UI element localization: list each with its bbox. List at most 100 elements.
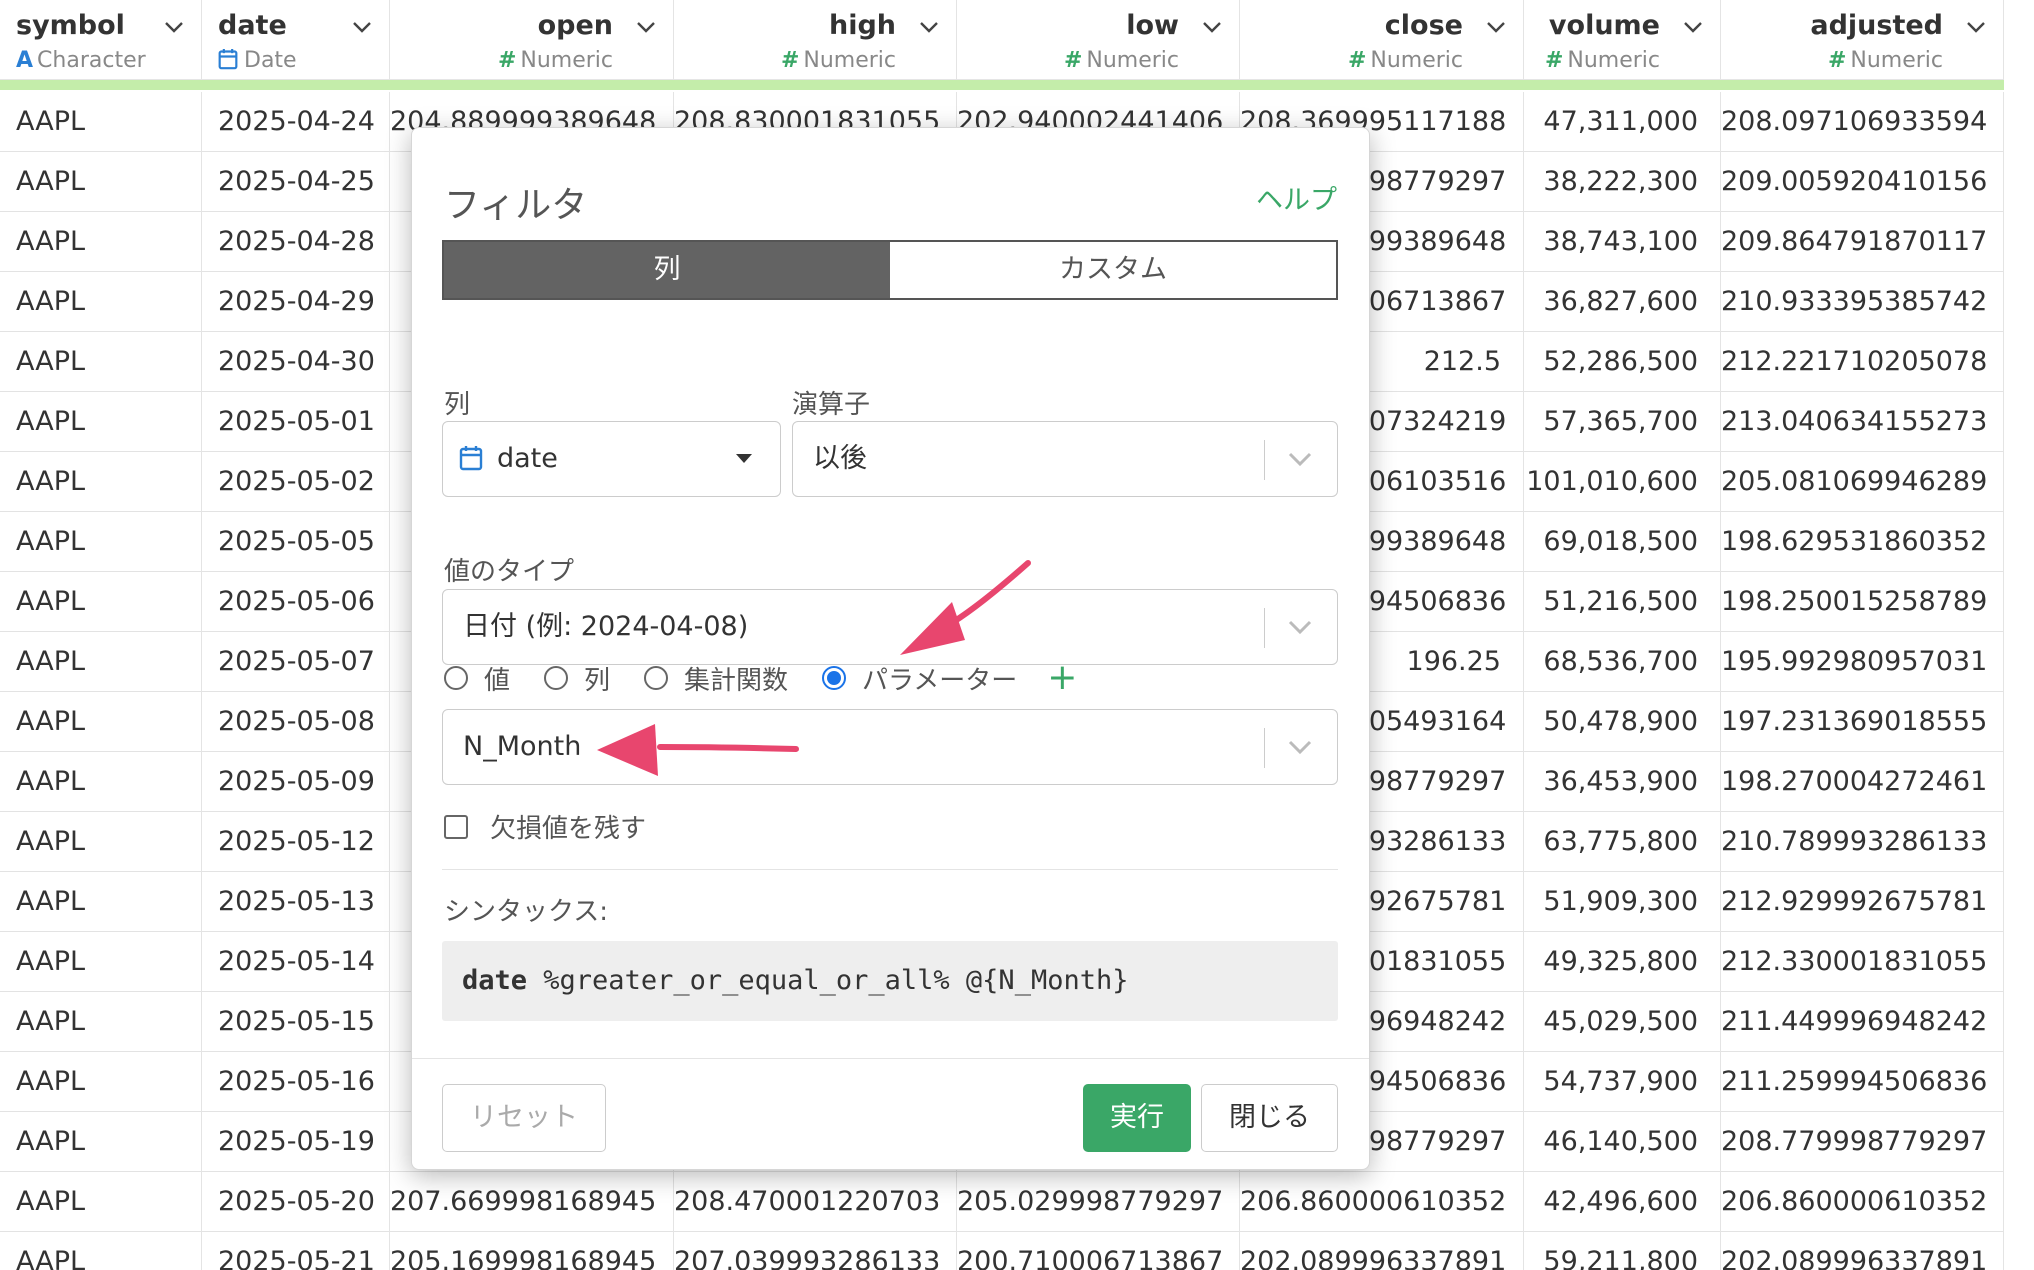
table-cell-volume: 38,222,300 (1524, 152, 1721, 212)
dialog-title: フィルタ (444, 185, 588, 226)
table-cell-volume: 57,365,700 (1524, 392, 1721, 452)
radio-value[interactable]: 値 (444, 660, 510, 697)
table-cell-volume: 51,909,300 (1524, 872, 1721, 932)
column-header-open[interactable]: open # Numeric (390, 0, 674, 80)
numeric-type-icon: # (1347, 48, 1367, 73)
table-cell-adjusted: 213.040634155273 (1721, 392, 2004, 452)
table-cell-volume: 101,010,600 (1524, 452, 1721, 512)
radio-button[interactable] (444, 666, 468, 690)
chevron-down-icon[interactable] (1965, 16, 1987, 38)
keep-na-checkbox[interactable] (444, 814, 468, 839)
table-cell-adjusted: 197.231369018555 (1721, 692, 2004, 752)
column-header-date[interactable]: date Date (202, 0, 390, 80)
table-cell-symbol: AAPL (0, 872, 202, 932)
chevron-down-icon[interactable] (918, 16, 940, 38)
table-cell-date: 2025-05-21 (202, 1232, 390, 1270)
chevron-down-icon[interactable] (1485, 16, 1507, 38)
calendar-icon (459, 446, 483, 471)
table-cell-low: 200.710006713867 (957, 1232, 1240, 1270)
table-cell-open: 205.169998168945 (390, 1232, 674, 1270)
table-cell-date: 2025-05-07 (202, 632, 390, 692)
table-cell-adjusted: 209.005920410156 (1721, 152, 2004, 212)
table-cell-symbol: AAPL (0, 212, 202, 272)
table-cell-volume: 45,029,500 (1524, 992, 1721, 1052)
select-separator (1264, 440, 1265, 480)
table-row: AAPL 2025-05-20 207.669998168945 208.470001… (0, 1172, 2004, 1232)
keep-na-checkbox-row[interactable]: 欠損値を残す (444, 808, 646, 845)
table-cell-date: 2025-04-24 (202, 92, 390, 152)
help-link[interactable]: ヘルプ (1256, 178, 1337, 217)
column-type: Date (218, 48, 297, 73)
add-parameter-icon[interactable]: + (1047, 660, 1077, 696)
column-name: low (1126, 10, 1179, 41)
column-name: date (218, 10, 287, 41)
value-type-label: 値のタイプ (444, 557, 575, 587)
chevron-down-icon[interactable] (1201, 16, 1223, 38)
radio-button[interactable] (544, 666, 569, 690)
filter-mode-tabs: 列 カスタム (442, 240, 1338, 300)
table-cell-symbol: AAPL (0, 332, 202, 392)
table-cell-high: 208.470001220703 (674, 1172, 957, 1232)
table-cell-date: 2025-05-09 (202, 752, 390, 812)
chevron-down-icon[interactable] (1682, 16, 1704, 38)
table-cell-symbol: AAPL (0, 152, 202, 212)
column-header-symbol[interactable]: symbol A Character (0, 0, 202, 80)
column-header-adjusted[interactable]: adjusted # Numeric (1721, 0, 2004, 80)
radio-button[interactable] (644, 666, 669, 690)
column-header-close[interactable]: close # Numeric (1240, 0, 1524, 80)
column-header-high[interactable]: high # Numeric (674, 0, 957, 80)
column-type: # Numeric (780, 48, 896, 73)
tab-column[interactable]: 列 (444, 242, 890, 298)
radio-button[interactable] (822, 666, 847, 690)
radio-aggregate[interactable]: 集計関数 (644, 660, 788, 697)
table-cell-adjusted: 210.789993286133 (1721, 812, 2004, 872)
calendar-icon (218, 49, 238, 70)
table-cell-high: 207.039993286133 (674, 1232, 957, 1270)
column-name: high (828, 10, 896, 41)
table-cell-adjusted: 212.221710205078 (1721, 332, 2004, 392)
syntax-label: シンタックス: (444, 897, 608, 927)
table-cell-adjusted: 209.864791870117 (1721, 212, 2004, 272)
table-cell-symbol: AAPL (0, 572, 202, 632)
table-cell-symbol: AAPL (0, 632, 202, 692)
radio-parameter[interactable]: パラメーター (822, 660, 1017, 697)
table-cell-adjusted: 211.259994506836 (1721, 1052, 2004, 1112)
column-select[interactable]: date (442, 421, 781, 497)
numeric-type-icon: # (1063, 48, 1083, 73)
table-cell-volume: 42,496,600 (1524, 1172, 1721, 1232)
table-cell-date: 2025-05-16 (202, 1052, 390, 1112)
table-cell-adjusted: 198.250015258789 (1721, 572, 2004, 632)
table-cell-close: 206.860000610352 (1240, 1172, 1524, 1232)
table-cell-adjusted: 211.449996948242 (1721, 992, 2004, 1052)
parameter-select[interactable]: N_Month (442, 709, 1338, 785)
table-cell-symbol: AAPL (0, 992, 202, 1052)
tab-custom[interactable]: カスタム (890, 242, 1336, 298)
table-cell-volume: 38,743,100 (1524, 212, 1721, 272)
operator-select-value: 以後 (813, 443, 867, 474)
chevron-down-icon[interactable] (163, 16, 185, 38)
column-header-volume[interactable]: volume # Numeric (1524, 0, 1721, 80)
column-name: open (537, 10, 613, 41)
table-cell-volume: 54,737,900 (1524, 1052, 1721, 1112)
column-header-low[interactable]: low # Numeric (957, 0, 1240, 80)
table-cell-date: 2025-05-08 (202, 692, 390, 752)
value-type-select[interactable]: 日付 (例: 2024-04-08) (442, 589, 1338, 665)
table-row: AAPL 2025-05-21 205.169998168945 207.039993… (0, 1232, 2004, 1270)
table-header: symbol A Character date Date open # Numeric high… (0, 0, 2004, 80)
chevron-down-icon (1288, 452, 1312, 467)
table-cell-adjusted: 206.860000610352 (1721, 1172, 2004, 1232)
chevron-down-icon[interactable] (351, 16, 373, 38)
reset-button[interactable]: リセット (442, 1084, 606, 1152)
run-button[interactable]: 実行 (1083, 1084, 1191, 1152)
keep-na-label: 欠損値を残す (490, 814, 647, 844)
table-cell-symbol: AAPL (0, 812, 202, 872)
chevron-down-icon[interactable] (635, 16, 657, 38)
close-button[interactable]: 閉じる (1201, 1084, 1338, 1152)
table-cell-adjusted: 208.097106933594 (1721, 92, 2004, 152)
radio-column[interactable]: 列 (544, 660, 610, 697)
table-cell-symbol: AAPL (0, 1112, 202, 1172)
table-cell-adjusted: 212.929992675781 (1721, 872, 2004, 932)
operator-select[interactable]: 以後 (792, 421, 1338, 497)
numeric-type-icon: # (497, 48, 517, 73)
column-type: # Numeric (1347, 48, 1463, 73)
